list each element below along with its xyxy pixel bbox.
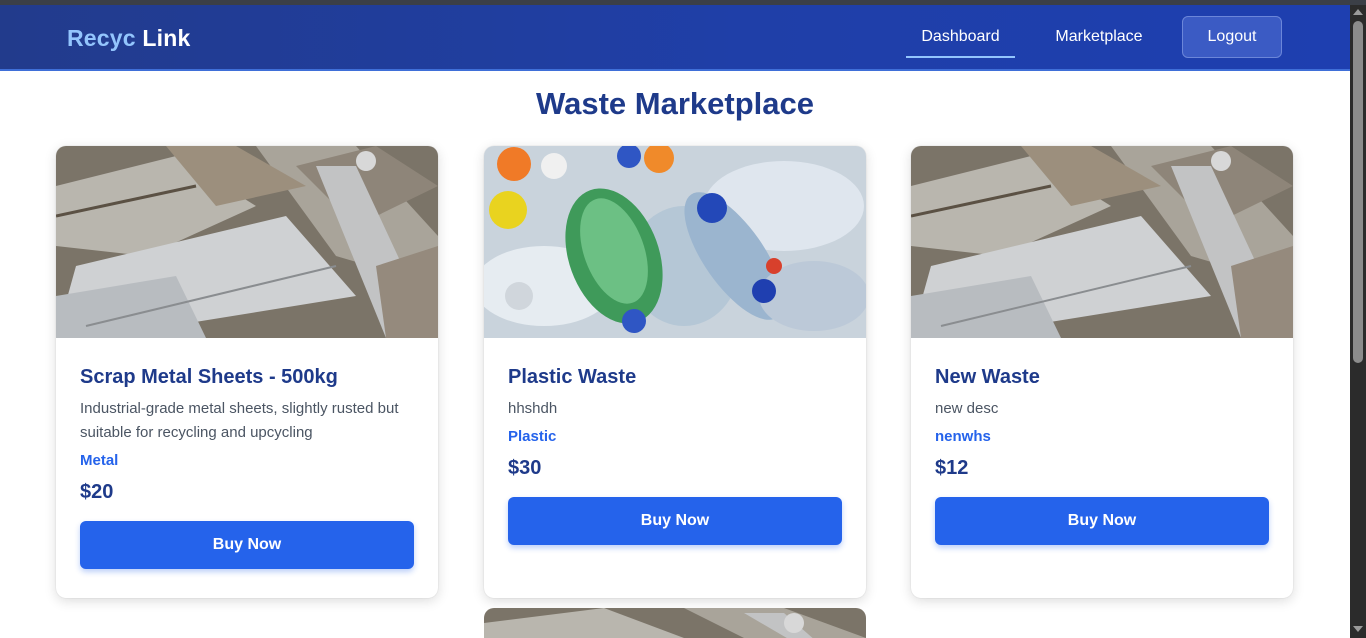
listing-description: Industrial-grade metal sheets, slightly … bbox=[80, 400, 399, 441]
nav-link-marketplace[interactable]: Marketplace bbox=[1040, 28, 1158, 58]
navbar: Recyc Link Dashboard Marketplace Logout bbox=[0, 5, 1350, 71]
vertical-scrollbar[interactable] bbox=[1350, 5, 1366, 638]
listing-card-partial-image bbox=[484, 608, 866, 638]
brand-part1: Recyc bbox=[67, 25, 136, 51]
scrollbar-thumb[interactable] bbox=[1353, 21, 1363, 363]
buy-now-button[interactable]: Buy Now bbox=[508, 497, 842, 545]
listing-category: Metal bbox=[80, 452, 119, 469]
plastic-bottles-image bbox=[484, 146, 866, 338]
brand-part2: Link bbox=[142, 25, 191, 51]
page-title: Waste Marketplace bbox=[536, 86, 814, 121]
buy-now-button[interactable]: Buy Now bbox=[80, 521, 414, 569]
logout-button[interactable]: Logout bbox=[1182, 16, 1282, 58]
listing-card: Plastic Waste hhshdh Plastic $30 Buy Now bbox=[484, 146, 866, 598]
listing-description: hhshdh bbox=[508, 400, 558, 417]
listing-price: $20 bbox=[80, 481, 114, 503]
scrap-metal-image bbox=[56, 146, 438, 338]
listing-price: $12 bbox=[935, 457, 969, 479]
listing-title: New Waste bbox=[935, 366, 1040, 388]
listing-card: New Waste new desc nenwhs $12 Buy Now bbox=[911, 146, 1293, 598]
scroll-up-arrow-icon[interactable] bbox=[1353, 9, 1363, 15]
brand-logo[interactable]: Recyc Link bbox=[67, 25, 190, 52]
scroll-down-arrow-icon[interactable] bbox=[1353, 626, 1363, 632]
buy-now-button[interactable]: Buy Now bbox=[935, 497, 1269, 545]
scrap-metal-image bbox=[911, 146, 1293, 338]
listing-title: Scrap Metal Sheets - 500kg bbox=[80, 366, 338, 388]
listing-category: nenwhs bbox=[935, 428, 991, 445]
listing-category: Plastic bbox=[508, 428, 557, 445]
listing-description: new desc bbox=[935, 400, 999, 417]
listing-price: $30 bbox=[508, 457, 542, 479]
nav-link-dashboard[interactable]: Dashboard bbox=[906, 28, 1015, 58]
listing-card: Scrap Metal Sheets - 500kg Industrial-gr… bbox=[56, 146, 438, 598]
listing-title: Plastic Waste bbox=[508, 366, 637, 388]
